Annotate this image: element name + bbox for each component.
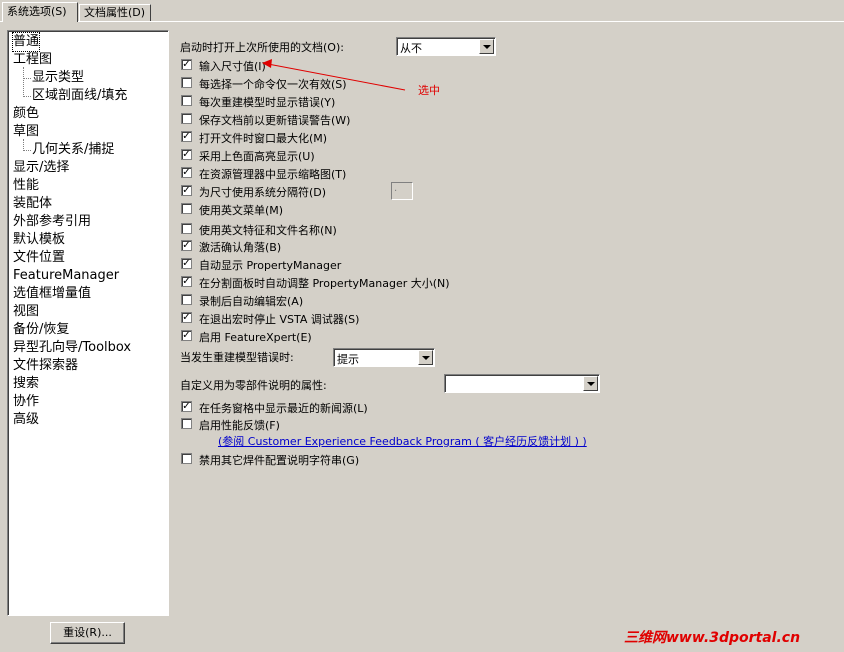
tree-item[interactable]: 默认模板 (13, 231, 65, 249)
custom-property-select[interactable] (444, 374, 600, 393)
checkbox-label: 激活确认角落(B) (199, 241, 282, 254)
chevron-down-icon[interactable] (583, 376, 598, 391)
checkbox-unchecked[interactable] (181, 223, 192, 234)
checkbox-checked[interactable]: ✓ (181, 312, 192, 323)
tree-item[interactable]: 草图 (13, 123, 39, 141)
checkbox-unchecked[interactable] (181, 77, 192, 88)
checkbox-unchecked[interactable] (181, 113, 192, 124)
checkbox-label: 在资源管理器中显示缩略图(T) (199, 168, 347, 181)
checkbox-label: 采用上色面高亮显示(U) (199, 150, 315, 163)
tree-connector (23, 150, 31, 151)
checkbox-label: 输入尺寸值(I) (199, 60, 266, 73)
tree-item[interactable]: 选值框增量值 (13, 285, 91, 303)
checkbox-checked[interactable]: ✓ (181, 240, 192, 251)
checkbox-label: 在任务窗格中显示最近的新闻源(L) (199, 402, 368, 415)
checkbox-checked[interactable]: ✓ (181, 167, 192, 178)
tree-item[interactable]: 文件探索器 (13, 357, 78, 375)
checkbox-label: 保存文档前以更新错误警告(W) (199, 114, 351, 127)
checkbox-label: 每选择一个命令仅一次有效(S) (199, 78, 347, 91)
checkbox-unchecked[interactable] (181, 418, 192, 429)
tree-item[interactable]: 装配体 (13, 195, 52, 213)
tree-item[interactable]: 颜色 (13, 105, 39, 123)
tree-item[interactable]: 工程图 (13, 51, 52, 69)
tree-item[interactable]: 备份/恢复 (13, 321, 69, 339)
checkbox-label: 禁用其它焊件配置说明字符串(G) (199, 454, 360, 467)
tree-connector (23, 78, 31, 79)
tree-item[interactable]: 高级 (13, 411, 39, 429)
checkbox-checked[interactable]: ✓ (181, 185, 192, 196)
rebuild-error-label: 当发生重建模型错误时: (180, 351, 294, 364)
checkbox-checked[interactable]: ✓ (181, 401, 192, 412)
open-last-docs-value: 从不 (400, 42, 422, 55)
open-last-docs-label: 启动时打开上次所使用的文档(O): (180, 41, 344, 54)
separator-input[interactable]: . (391, 182, 413, 200)
reset-button[interactable]: 重设(R)... (50, 622, 125, 644)
tree-item[interactable]: 区域剖面线/填充 (32, 87, 127, 105)
tree-item[interactable]: 几何关系/捕捉 (32, 141, 114, 159)
checkbox-label: 使用英文特征和文件名称(N) (199, 224, 337, 237)
checkbox-label: 启用 FeatureXpert(E) (199, 331, 312, 344)
tree-item[interactable]: 文件位置 (13, 249, 65, 267)
tab-panel-border (0, 21, 844, 22)
tree-item[interactable]: 性能 (13, 177, 39, 195)
checkbox-checked[interactable]: ✓ (181, 276, 192, 287)
open-last-docs-select[interactable]: 从不 (396, 37, 496, 56)
checkbox-label: 在分割面板时自动调整 PropertyManager 大小(N) (199, 277, 450, 290)
options-tree[interactable]: 普通 工程图 显示类型 区域剖面线/填充 颜色 草图 几何关系/捕捉 显示/选择 性能 装配体 外部… (7, 30, 169, 616)
checkbox-label: 使用英文菜单(M) (199, 204, 284, 217)
watermark: 三维网www.3dportal.cn (624, 630, 801, 646)
tree-item[interactable]: 普通 (11, 32, 41, 52)
checkbox-checked[interactable]: ✓ (181, 330, 192, 341)
feedback-program-link[interactable]: (参阅 Customer Experience Feedback Program… (218, 433, 587, 449)
tree-item[interactable]: 显示/选择 (13, 159, 69, 177)
checkbox-checked[interactable]: ✓ (181, 59, 192, 70)
checkbox-unchecked[interactable] (181, 453, 192, 464)
checkbox-checked[interactable]: ✓ (181, 258, 192, 269)
checkbox-label: 为尺寸使用系统分隔符(D) (199, 186, 327, 199)
checkbox-unchecked[interactable] (181, 95, 192, 106)
tree-item[interactable]: 视图 (13, 303, 39, 321)
chevron-down-icon[interactable] (479, 39, 494, 54)
checkbox-label: 在退出宏时停止 VSTA 调试器(S) (199, 313, 360, 326)
checkbox-label: 每次重建模型时显示错误(Y) (199, 96, 336, 109)
tree-item[interactable]: 搜索 (13, 375, 39, 393)
rebuild-error-value: 提示 (337, 353, 359, 366)
checkbox-label: 录制后自动编辑宏(A) (199, 295, 304, 308)
tree-connector (23, 67, 24, 95)
tree-item[interactable]: 外部参考引用 (13, 213, 91, 231)
checkbox-label: 启用性能反馈(F) (199, 419, 280, 432)
custom-property-label: 自定义用为零部件说明的属性: (180, 379, 327, 392)
chevron-down-icon[interactable] (418, 350, 433, 365)
checkbox-checked[interactable]: ✓ (181, 149, 192, 160)
tree-item[interactable]: 异型孔向导/Toolbox (13, 339, 131, 357)
rebuild-error-select[interactable]: 提示 (333, 348, 435, 367)
tree-connector (23, 96, 31, 97)
tab-document-properties[interactable]: 文档属性(D) (79, 4, 151, 21)
checkbox-unchecked[interactable] (181, 294, 192, 305)
annotation-label: 选中 (418, 84, 440, 97)
tree-item[interactable]: FeatureManager (13, 267, 119, 285)
checkbox-label: 自动显示 PropertyManager (199, 259, 342, 272)
tree-item[interactable]: 协作 (13, 393, 39, 411)
tab-system-options[interactable]: 系统选项(S) (2, 2, 78, 22)
tree-item[interactable]: 显示类型 (32, 69, 84, 87)
checkbox-checked[interactable]: ✓ (181, 131, 192, 142)
checkbox-unchecked[interactable] (181, 203, 192, 214)
tree-connector (23, 139, 24, 149)
checkbox-label: 打开文件时窗口最大化(M) (199, 132, 328, 145)
